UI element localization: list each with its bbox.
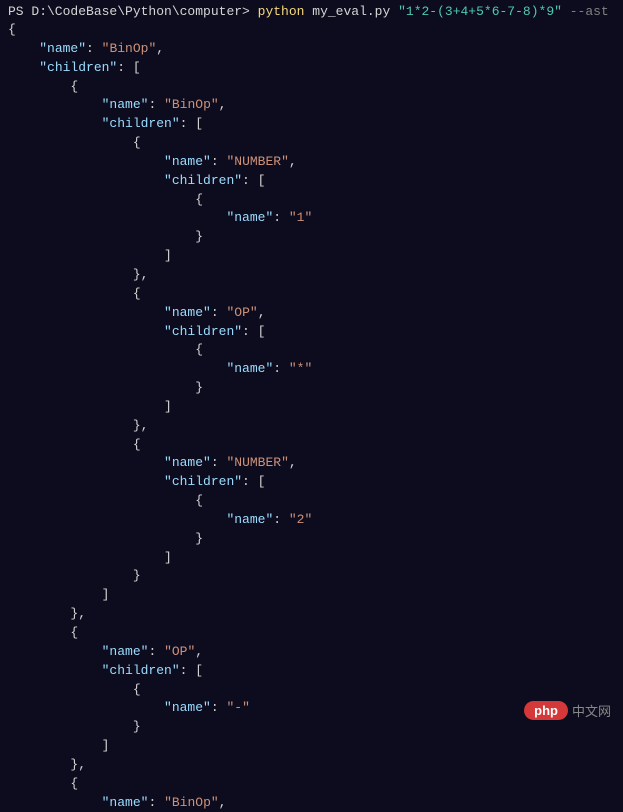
watermark-badge: php bbox=[524, 701, 568, 720]
json-output: { "name": "BinOp", "children": [ { "name… bbox=[8, 21, 615, 812]
python-command: python bbox=[258, 4, 305, 19]
prompt-path: D:\CodeBase\Python\computer bbox=[31, 4, 242, 19]
command-arg: "1*2-(3+4+5*6-7-8)*9" bbox=[398, 4, 562, 19]
watermark: php 中文网 bbox=[524, 701, 611, 720]
script-name: my_eval.py bbox=[304, 4, 398, 19]
prompt-prefix: PS bbox=[8, 4, 31, 19]
command-flag: --ast bbox=[562, 4, 609, 19]
terminal-prompt-line: PS D:\CodeBase\Python\computer> python m… bbox=[8, 4, 615, 19]
prompt-separator: > bbox=[242, 4, 258, 19]
watermark-text: 中文网 bbox=[572, 701, 611, 720]
